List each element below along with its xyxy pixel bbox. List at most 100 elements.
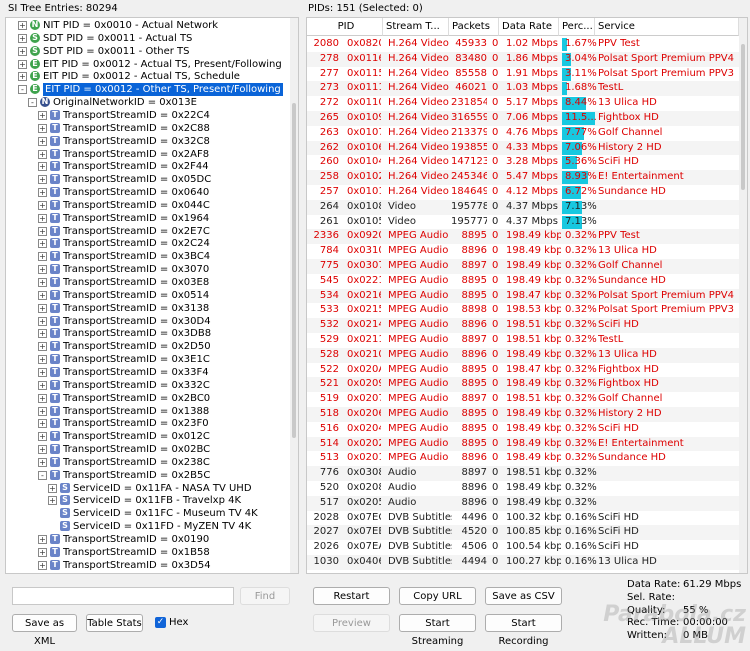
expand-icon[interactable]: +: [38, 367, 47, 377]
table-row[interactable]: 260 0x0104 H.264 Video 147123 0 3.28 Mbps 5.36…: [307, 155, 739, 170]
tree-node[interactable]: + T TransportStreamID = 0x2BC0: [6, 392, 288, 405]
tree-node[interactable]: + T TransportStreamID = 0x02BC: [6, 443, 288, 456]
table-scrollbar[interactable]: [739, 18, 747, 573]
tree-node[interactable]: + T TransportStreamID = 0x3D54: [6, 559, 288, 572]
collapse-icon[interactable]: -: [18, 85, 27, 95]
tree-node[interactable]: + E EIT PID = 0x0012 - Actual TS, Present/…: [6, 58, 288, 71]
tree-scrollbar[interactable]: [290, 18, 298, 573]
expand-icon[interactable]: +: [38, 445, 47, 455]
save-as-csv-button[interactable]: Save as CSV: [485, 587, 562, 605]
expand-icon[interactable]: +: [38, 355, 47, 365]
table-row[interactable]: 514 0x0202 MPEG Audio 8895 0 198.49 kbps 0.32%…: [307, 436, 739, 452]
expand-icon[interactable]: +: [38, 535, 47, 544]
copy-url-button[interactable]: Copy URL: [399, 587, 476, 605]
preview-button[interactable]: Preview: [313, 614, 390, 632]
table-row[interactable]: 519 0x0207 MPEG Audio 8897 0 198.51 kbps 0.32%…: [307, 392, 739, 407]
expand-icon[interactable]: +: [18, 33, 27, 43]
si-tree[interactable]: + N NIT PID = 0x0010 - Actual Network + S SDT…: [5, 17, 299, 574]
table-row[interactable]: 277 0x0115 H.264 Video 85558 0 1.91 Mbps 3.11%…: [307, 67, 739, 82]
table-row[interactable]: 2027 0x07EB DVB Subtitles 4520 0 100.85 kbps 0…: [307, 525, 739, 541]
tree-node[interactable]: + T TransportStreamID = 0x1B58: [6, 546, 288, 559]
tree-node[interactable]: + T TransportStreamID = 0x1388: [6, 405, 288, 418]
col-packets-header[interactable]: Packets: [449, 18, 499, 36]
table-row[interactable]: 520 0x0208 Audio 8896 0 198.49 kbps 0.32%: [307, 481, 739, 496]
tree-node[interactable]: + T TransportStreamID = 0x05DC: [6, 173, 288, 186]
col-data-rate-header[interactable]: Data Rate: [499, 18, 559, 36]
table-row[interactable]: 2336 0x0920 MPEG Audio 8895 0 198.49 kbps 0.32…: [307, 229, 739, 245]
expand-icon[interactable]: +: [38, 123, 47, 133]
col-service-header[interactable]: Service: [595, 18, 739, 36]
expand-icon[interactable]: +: [18, 46, 27, 56]
table-row[interactable]: 517 0x0205 Audio 8896 0 198.49 kbps 0.32%: [307, 495, 739, 511]
expand-icon[interactable]: +: [38, 560, 47, 570]
expand-icon[interactable]: +: [38, 265, 47, 275]
table-row[interactable]: 776 0x0308 Audio 8897 0 198.51 kbps 0.32%: [307, 466, 739, 481]
expand-icon[interactable]: +: [38, 393, 47, 403]
start-recording-button[interactable]: Start Recording: [485, 614, 562, 647]
table-scrollbar-thumb[interactable]: [741, 44, 745, 190]
tree-node[interactable]: S ServiceID = 0x11FC - Museum TV 4K: [6, 507, 288, 520]
expand-icon[interactable]: +: [48, 483, 57, 493]
table-row[interactable]: 272 0x0110 H.264 Video 231854 0 5.17 Mbps 8.44…: [307, 96, 739, 111]
expand-icon[interactable]: +: [38, 547, 47, 557]
expand-icon[interactable]: +: [18, 72, 27, 82]
table-stats-button[interactable]: Table Stats: [86, 614, 143, 632]
expand-icon[interactable]: +: [38, 188, 47, 198]
tree-node[interactable]: + S ServiceID = 0x11FB - Travelxp 4K: [6, 494, 288, 507]
tree-node[interactable]: + T TransportStreamID = 0x0514: [6, 289, 288, 302]
tree-node[interactable]: + E EIT PID = 0x0012 - Actual TS, Schedule: [6, 70, 288, 83]
table-row[interactable]: 545 0x0221 MPEG Audio 8895 0 198.49 kbps 0.32%…: [307, 274, 739, 289]
expand-icon[interactable]: +: [38, 200, 47, 210]
table-row[interactable]: 521 0x0209 MPEG Audio 8895 0 198.49 kbps 0.32%…: [307, 377, 739, 393]
table-row[interactable]: 2028 0x07EC DVB Subtitles 4496 0 100.32 kbps 0…: [307, 511, 739, 526]
tree-node[interactable]: + T TransportStreamID = 0x2C88: [6, 122, 288, 135]
table-row[interactable]: 261 0x0105 Video 195777 0 4.37 Mbps 7.13%: [307, 215, 739, 230]
tree-node[interactable]: + T TransportStreamID = 0x3E1C: [6, 353, 288, 366]
tree-node[interactable]: + S SDT PID = 0x0011 - Other TS: [6, 45, 288, 58]
tree-node[interactable]: + T TransportStreamID = 0x1964: [6, 212, 288, 225]
table-row[interactable]: 262 0x0106 H.264 Video 193855 0 4.33 Mbps 7.06…: [307, 140, 739, 156]
tree-node[interactable]: + T TransportStreamID = 0x238C: [6, 456, 288, 469]
expand-icon[interactable]: +: [38, 342, 47, 352]
tree-node[interactable]: + T TransportStreamID = 0x0640: [6, 186, 288, 199]
expand-icon[interactable]: +: [38, 316, 47, 326]
tree-node[interactable]: + T TransportStreamID = 0x332C: [6, 379, 288, 392]
expand-icon[interactable]: +: [38, 457, 47, 467]
expand-icon[interactable]: +: [38, 175, 47, 185]
hex-checkbox[interactable]: ✓: [155, 617, 166, 628]
find-button[interactable]: Find: [240, 587, 290, 605]
tree-node[interactable]: + S ServiceID = 0x11FA - NASA TV UHD: [6, 482, 288, 495]
table-row[interactable]: 257 0x0101 H.264 Video 184649 0 4.12 Mbps 6.72…: [307, 185, 739, 200]
expand-icon[interactable]: +: [38, 406, 47, 416]
expand-icon[interactable]: +: [38, 432, 47, 442]
table-row[interactable]: 258 0x0102 H.264 Video 245346 0 5.47 Mbps 8.93…: [307, 170, 739, 185]
table-row[interactable]: 784 0x0310 MPEG Audio 8896 0 198.49 kbps 0.32%…: [307, 244, 739, 259]
expand-icon[interactable]: +: [38, 419, 47, 429]
table-row[interactable]: 265 0x0109 H.264 Video 316559 0 7.06 Mbps 11.5…: [307, 111, 739, 126]
expand-icon[interactable]: +: [38, 226, 47, 236]
tree-node[interactable]: + T TransportStreamID = 0x30D4: [6, 315, 288, 328]
col-pid-header[interactable]: PID: [307, 18, 383, 36]
start-streaming-button[interactable]: Start Streaming: [399, 614, 476, 647]
table-row[interactable]: 278 0x0116 H.264 Video 83480 0 1.86 Mbps 3.04%…: [307, 51, 739, 67]
tree-node[interactable]: + T TransportStreamID = 0x3BC4: [6, 250, 288, 263]
table-row[interactable]: 264 0x0108 Video 195778 0 4.37 Mbps 7.13%: [307, 199, 739, 215]
tree-node[interactable]: - N OriginalNetworkID = 0x013E: [6, 96, 288, 109]
expand-icon[interactable]: +: [38, 290, 47, 300]
collapse-icon[interactable]: -: [38, 470, 47, 480]
table-row[interactable]: 522 0x020A MPEG Audio 8895 0 198.47 kbps 0.32%…: [307, 363, 739, 378]
tree-node[interactable]: + T TransportStreamID = 0x0190: [6, 533, 288, 546]
tree-node[interactable]: + T TransportStreamID = 0x3138: [6, 302, 288, 315]
col-stream-type-header[interactable]: Stream T...: [383, 18, 449, 36]
expand-icon[interactable]: +: [38, 329, 47, 339]
table-row[interactable]: 2026 0x07EA DVB Subtitles 4506 0 100.54 kbps 0…: [307, 540, 739, 555]
tree-node[interactable]: + T TransportStreamID = 0x23F0: [6, 417, 288, 430]
table-row[interactable]: 263 0x0107 H.264 Video 213379 0 4.76 Mbps 7.77…: [307, 126, 739, 141]
tree-node[interactable]: + T TransportStreamID = 0x33F4: [6, 366, 288, 379]
table-row[interactable]: 273 0x0111 H.264 Video 46021 0 1.03 Mbps 1.68%…: [307, 81, 739, 97]
tree-node[interactable]: - E EIT PID = 0x0012 - Other TS, Present/F…: [6, 83, 288, 97]
save-as-xml-button[interactable]: Save as XML: [12, 614, 77, 647]
expand-icon[interactable]: +: [38, 252, 47, 262]
table-row[interactable]: 532 0x0214 MPEG Audio 8896 0 198.51 kbps 0.32%…: [307, 318, 739, 333]
expand-icon[interactable]: +: [38, 110, 47, 120]
